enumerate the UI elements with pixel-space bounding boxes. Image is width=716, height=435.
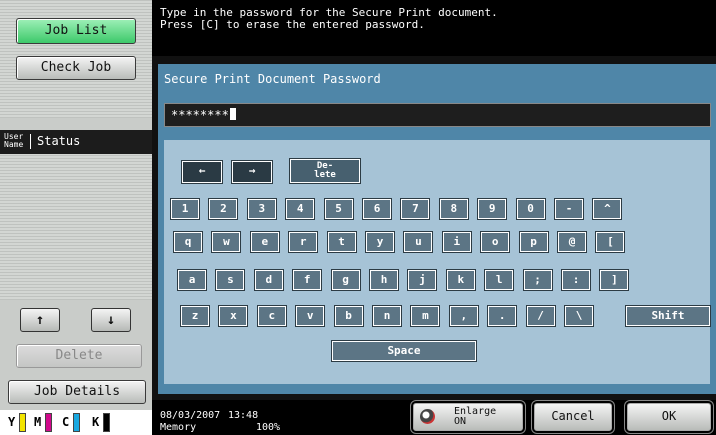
key-n[interactable]: n: [372, 305, 402, 327]
date-display: 08/03/2007: [160, 410, 221, 421]
instruction-line-2: Press [C] to erase the entered password.: [160, 18, 425, 31]
key-w[interactable]: w: [211, 231, 242, 253]
password-input[interactable]: ********: [164, 103, 711, 127]
toner-bar-k: [103, 413, 110, 432]
key-7[interactable]: 7: [400, 198, 431, 220]
key-sym11[interactable]: ^: [592, 198, 623, 220]
key-sym10[interactable]: :: [561, 269, 591, 291]
instruction-message: Type in the password for the Secure Prin…: [152, 0, 716, 56]
key-3[interactable]: 3: [246, 198, 277, 220]
key-sym10[interactable]: -: [554, 198, 584, 220]
key-q[interactable]: q: [173, 231, 203, 253]
key-a[interactable]: a: [177, 269, 207, 291]
key-sym8[interactable]: .: [487, 305, 518, 327]
toner-bar-c: [73, 413, 80, 432]
key-sym10[interactable]: \: [564, 305, 594, 327]
job-list-area[interactable]: [0, 154, 152, 300]
key-0[interactable]: 0: [515, 198, 546, 220]
key-2[interactable]: 2: [208, 198, 239, 220]
key-sym7[interactable]: ,: [448, 305, 479, 327]
key-g[interactable]: g: [330, 269, 361, 291]
text-cursor: [229, 108, 236, 120]
toner-letter-c: C: [62, 415, 70, 429]
key-sym10[interactable]: @: [557, 231, 587, 253]
key-y[interactable]: y: [365, 231, 395, 253]
key-v[interactable]: v: [295, 305, 326, 327]
key-4[interactable]: 4: [285, 198, 316, 220]
status-bar: 08/03/2007 13:48 Memory 100% Enlarge ON …: [152, 400, 716, 435]
enlarge-state: ON: [454, 416, 467, 427]
key-u[interactable]: u: [403, 231, 434, 253]
key-x[interactable]: x: [218, 305, 249, 327]
toner-level-indicator: YMCK: [0, 410, 152, 435]
key-k[interactable]: k: [445, 269, 476, 291]
key-r[interactable]: r: [288, 231, 319, 253]
space-key[interactable]: Space: [331, 340, 477, 362]
enlarge-icon: [420, 409, 435, 424]
job-list-header: User Name Status: [0, 130, 152, 154]
key-j[interactable]: j: [407, 269, 438, 291]
check-job-button[interactable]: Check Job: [16, 56, 136, 80]
toner-letter-m: M: [34, 415, 42, 429]
toner-letter-y: Y: [8, 415, 16, 429]
memory-value: 100%: [256, 422, 281, 433]
key-t[interactable]: t: [326, 231, 357, 253]
shift-key[interactable]: Shift: [625, 305, 711, 327]
key-sym11[interactable]: ]: [599, 269, 630, 291]
toner-letter-k: K: [92, 415, 100, 429]
dialog-title: Secure Print Document Password: [164, 72, 381, 86]
key-sym11[interactable]: [: [595, 231, 626, 253]
enlarge-display-button[interactable]: Enlarge ON: [413, 403, 523, 431]
cancel-button[interactable]: Cancel: [534, 403, 612, 431]
job-list-button[interactable]: Job List: [16, 18, 136, 44]
key-h[interactable]: h: [369, 269, 399, 291]
key-sym9[interactable]: ;: [522, 269, 553, 291]
key-i[interactable]: i: [441, 231, 472, 253]
delete-key[interactable]: De- lete: [289, 158, 361, 184]
status-column-header: Status: [30, 134, 80, 149]
key-sym9[interactable]: /: [525, 305, 556, 327]
key-m[interactable]: m: [410, 305, 441, 327]
key-e[interactable]: e: [249, 231, 280, 253]
key-s[interactable]: s: [215, 269, 246, 291]
job-details-button[interactable]: Job Details: [8, 380, 146, 404]
user-name-column-header: User Name: [4, 132, 24, 149]
cursor-left-key[interactable]: ←: [181, 160, 223, 184]
cursor-right-key[interactable]: →: [231, 160, 273, 184]
key-9[interactable]: 9: [477, 198, 508, 220]
key-p[interactable]: p: [518, 231, 549, 253]
ok-button[interactable]: OK: [627, 403, 711, 431]
key-6[interactable]: 6: [362, 198, 392, 220]
key-z[interactable]: z: [180, 305, 210, 327]
down-arrow-icon: ↓: [106, 312, 116, 328]
key-5[interactable]: 5: [323, 198, 354, 220]
key-l[interactable]: l: [484, 269, 515, 291]
toner-bar-m: [45, 413, 52, 432]
password-value: ********: [171, 108, 229, 122]
key-f[interactable]: f: [292, 269, 323, 291]
memory-label: Memory: [160, 422, 197, 433]
up-arrow-icon: ↑: [35, 312, 45, 328]
key-o[interactable]: o: [480, 231, 511, 253]
key-c[interactable]: c: [256, 305, 287, 327]
scroll-down-button[interactable]: ↓: [91, 308, 131, 332]
time-display: 13:48: [228, 410, 259, 421]
key-b[interactable]: b: [333, 305, 364, 327]
on-screen-keyboard: ← → De- lete 1 2 3 4 5 6 7 8 9 0- ^ q w e r t y u i o p @ [ a s d f g h…: [164, 140, 711, 384]
key-8[interactable]: 8: [438, 198, 469, 220]
key-1[interactable]: 1: [170, 198, 200, 220]
key-d[interactable]: d: [253, 269, 284, 291]
toner-bar-y: [19, 413, 26, 432]
scroll-up-button[interactable]: ↑: [20, 308, 60, 332]
delete-job-button[interactable]: Delete: [16, 344, 142, 368]
